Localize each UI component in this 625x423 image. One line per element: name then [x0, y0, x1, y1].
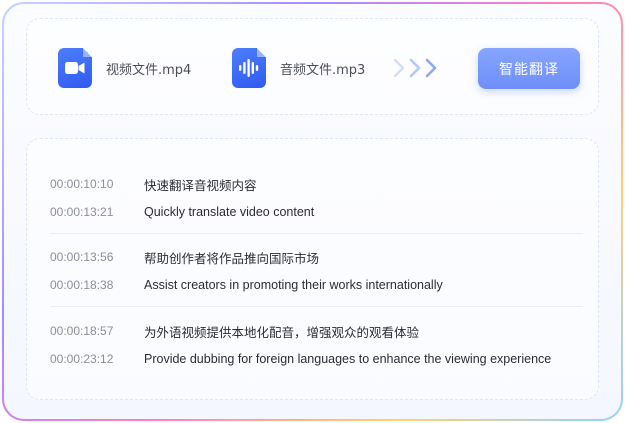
chevron-right-icon: [409, 58, 421, 78]
chevron-right-icon: [425, 58, 437, 78]
app-panel: 视频文件.mp4 音频文件.mp3 智能翻译 00:00:10:10 快速翻译音…: [4, 4, 621, 419]
app-frame: 视频文件.mp4 音频文件.mp3 智能翻译 00:00:10:10 快速翻译音…: [2, 2, 623, 421]
audio-file-item[interactable]: 音频文件.mp3: [232, 48, 365, 88]
file-input-card: 视频文件.mp4 音频文件.mp3 智能翻译: [26, 18, 599, 115]
timestamp: 00:00:13:21: [50, 205, 114, 219]
flow-arrows: [392, 58, 438, 78]
video-file-item[interactable]: 视频文件.mp4: [58, 48, 191, 88]
subtitle-text: Quickly translate video content: [144, 205, 315, 219]
timestamp: 00:00:18:38: [50, 278, 114, 292]
smart-translate-button[interactable]: 智能翻译: [478, 48, 580, 89]
timestamp: 00:00:23:12: [50, 352, 114, 366]
subtitle-text: 快速翻译音视频内容: [144, 178, 257, 193]
audio-waveform-icon: [232, 48, 266, 88]
subtitle-text: Provide dubbing for foreign languages to…: [144, 352, 552, 366]
video-camera-icon: [58, 48, 92, 88]
chevron-right-icon: [393, 58, 405, 78]
subtitle-text: 为外语视频提供本地化配音，增强观众的观看体验: [144, 325, 420, 340]
audio-file-name: 音频文件.mp3: [280, 62, 366, 78]
timestamp: 00:00:10:10: [50, 177, 114, 191]
timestamp: 00:00:18:57: [50, 324, 114, 338]
timestamp: 00:00:13:56: [50, 250, 114, 264]
subtitle-line-source[interactable]: 00:00:10:10 快速翻译音视频内容: [50, 175, 257, 193]
subtitle-list-card: 00:00:10:10 快速翻译音视频内容 00:00:13:21 Quickl…: [26, 138, 599, 400]
subtitle-text: 帮助创作者将作品推向国际市场: [144, 251, 320, 266]
video-file-name: 视频文件.mp4: [106, 62, 192, 78]
divider: [50, 306, 583, 307]
divider: [50, 233, 583, 234]
subtitle-line-source[interactable]: 00:00:18:57 为外语视频提供本地化配音，增强观众的观看体验: [50, 322, 419, 340]
subtitle-line-target[interactable]: 00:00:23:12 Provide dubbing for foreign …: [50, 350, 551, 368]
subtitle-text: Assist creators in promoting their works…: [144, 278, 443, 292]
subtitle-line-source[interactable]: 00:00:13:56 帮助创作者将作品推向国际市场: [50, 248, 319, 266]
subtitle-line-target[interactable]: 00:00:18:38 Assist creators in promoting…: [50, 276, 443, 294]
subtitle-line-target[interactable]: 00:00:13:21 Quickly translate video cont…: [50, 203, 314, 221]
